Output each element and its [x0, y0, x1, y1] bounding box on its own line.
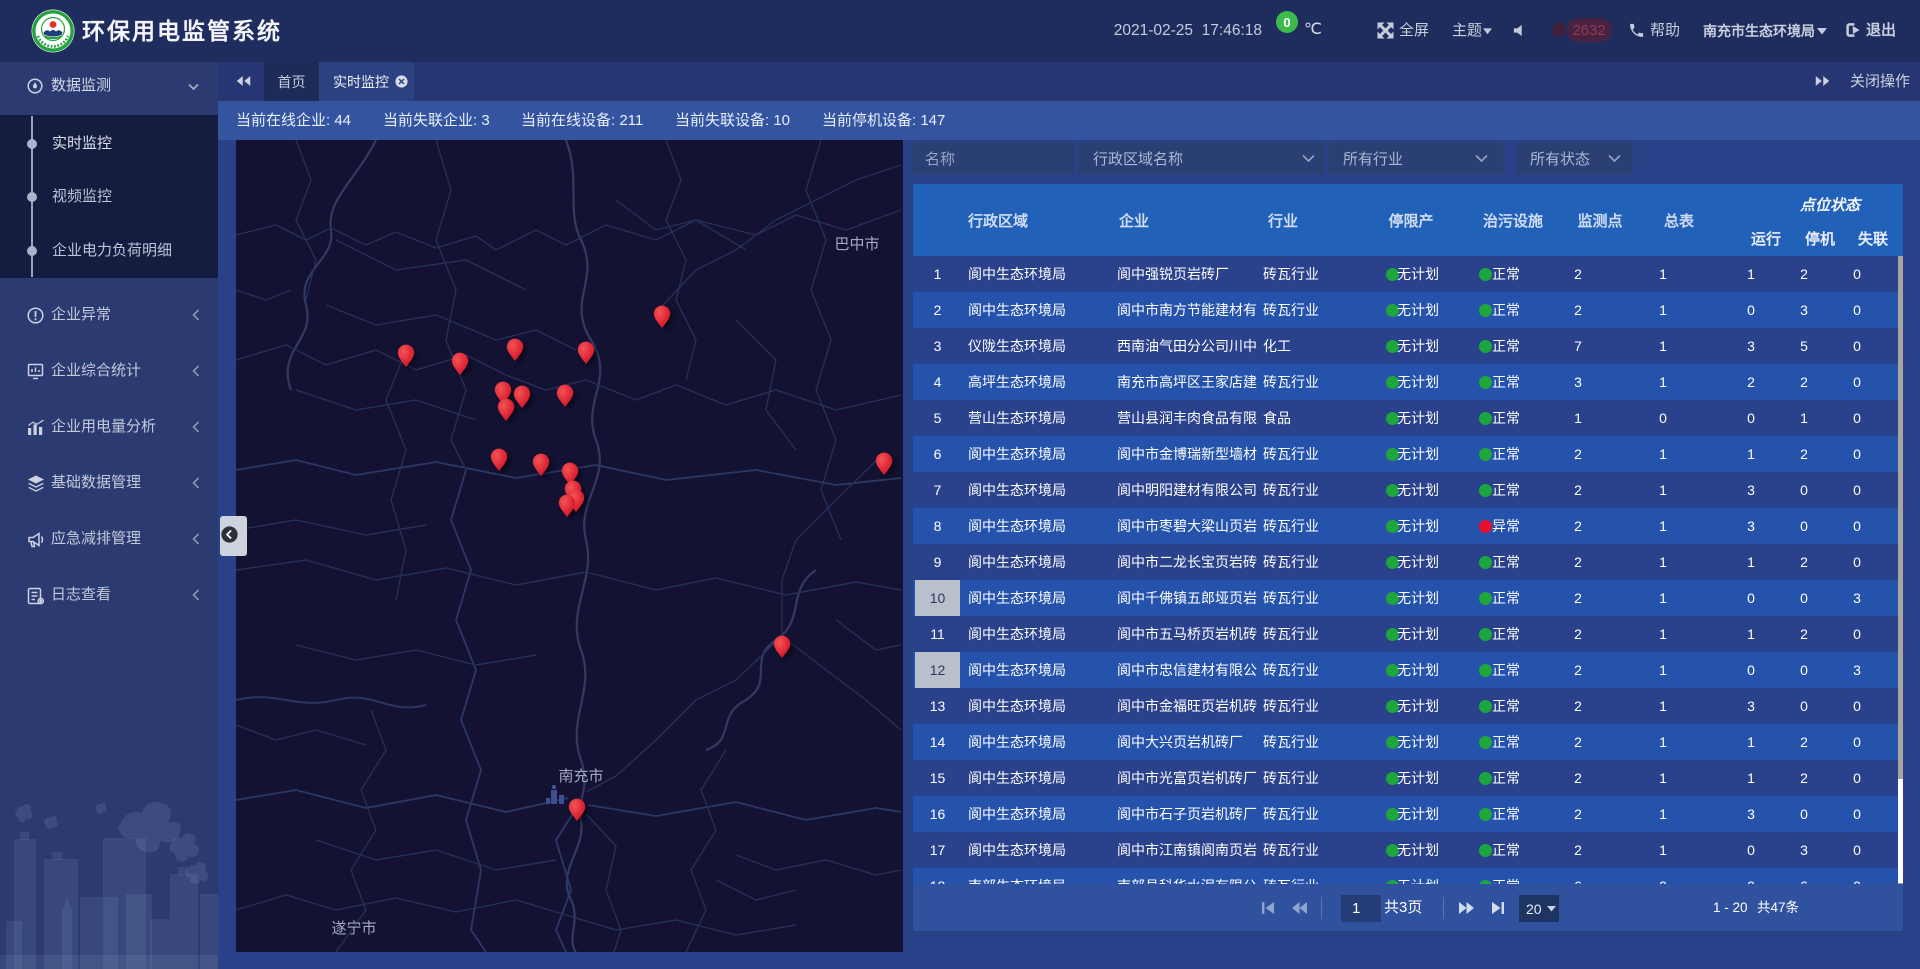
svg-text:巴中市: 巴中市 [834, 236, 879, 253]
svg-text:遂宁市: 遂宁市 [331, 920, 376, 937]
svg-text:南充市: 南充市 [558, 768, 603, 785]
